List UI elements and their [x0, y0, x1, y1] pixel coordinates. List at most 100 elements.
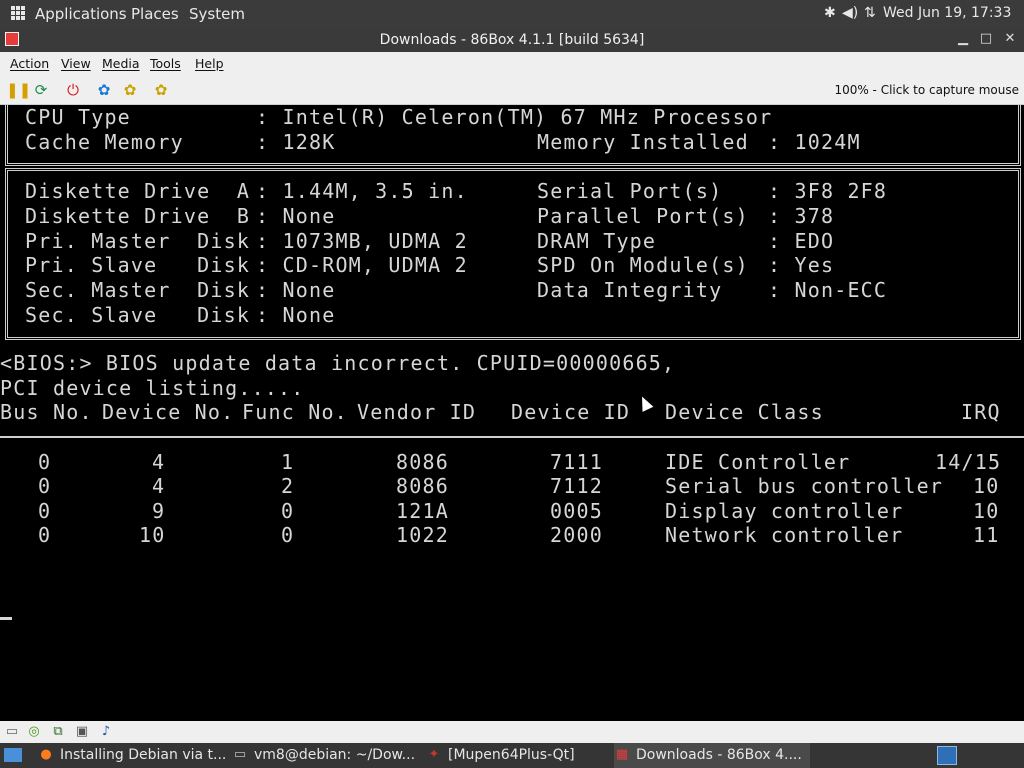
- 86box-icon: ▦: [615, 747, 629, 762]
- pci-irq: 10: [973, 499, 1000, 523]
- serial-ports-value: : 3F8 2F8: [768, 179, 888, 203]
- memory-installed-value: : 1024M: [768, 130, 861, 154]
- dram-type-label: DRAM Type: [537, 229, 657, 253]
- system-menu[interactable]: System: [189, 5, 245, 23]
- sec-master-value: : None: [256, 278, 336, 302]
- applications-menu[interactable]: Applications: [35, 5, 127, 23]
- pci-device-id: 0005: [550, 499, 603, 523]
- pci-bus: 0: [38, 450, 52, 474]
- taskbar-item-mupen[interactable]: ✦ [Mupen64Plus-Qt]: [426, 743, 606, 768]
- taskbar-item-86box[interactable]: ▦ Downloads - 86Box 4....: [614, 743, 810, 768]
- pause-icon[interactable]: ❚❚: [6, 81, 31, 99]
- serial-ports-label: Serial Port(s): [537, 179, 723, 203]
- parallel-ports-label: Parallel Port(s): [537, 204, 749, 228]
- col-vendor-id: Vendor ID: [357, 400, 477, 424]
- hard-reset-icon[interactable]: ✿: [152, 81, 170, 99]
- capture-mouse-hint[interactable]: 100% - Click to capture mouse: [834, 83, 1019, 97]
- pci-vendor: 8086: [396, 450, 449, 474]
- pci-irq: 11: [973, 523, 1000, 547]
- pci-class: IDE Controller: [665, 450, 851, 474]
- diskette-a-label: Diskette Drive A: [25, 179, 251, 203]
- pci-device: 9: [152, 499, 166, 523]
- pci-device-id: 7112: [550, 474, 603, 498]
- power-icon[interactable]: ⏻: [64, 81, 82, 99]
- close-icon[interactable]: ✕: [1002, 31, 1018, 47]
- pci-device-id: 7111: [550, 450, 603, 474]
- ctrl-alt-del-icon[interactable]: ✿: [121, 81, 139, 99]
- pci-func: 1: [281, 450, 295, 474]
- top-panel: Applications Places System ✱ ◀) ⇅ Wed Ju…: [0, 0, 1024, 28]
- cdrom-icon[interactable]: ◎: [26, 724, 42, 740]
- hdd-icon[interactable]: ▣: [74, 724, 90, 740]
- settings-icon[interactable]: ✿: [95, 81, 113, 99]
- col-irq: IRQ: [961, 400, 1001, 424]
- menubar: Action View Media Tools Help: [0, 52, 1024, 75]
- pri-master-value: : 1073MB, UDMA 2: [256, 229, 468, 253]
- system-tray: ✱ ◀) ⇅ Wed Jun 19, 17:33: [824, 0, 1024, 28]
- diskette-a-value: : 1.44M, 3.5 in.: [256, 179, 468, 203]
- pci-vendor: 1022: [396, 523, 449, 547]
- taskbar: ● Installing Debian via t... ▭ vm8@debia…: [0, 743, 1024, 768]
- reset-icon[interactable]: ⟳: [32, 81, 50, 99]
- pci-irq: 10: [973, 474, 1000, 498]
- pci-divider: [0, 436, 1024, 438]
- floppy-icon[interactable]: ▭: [4, 724, 20, 740]
- clock[interactable]: Wed Jun 19, 17:33: [883, 5, 1011, 21]
- show-desktop-icon[interactable]: [4, 748, 22, 762]
- maximize-icon[interactable]: □: [978, 31, 994, 47]
- minimize-icon[interactable]: ▁: [955, 31, 971, 47]
- menu-media[interactable]: Media: [102, 56, 140, 71]
- diskette-b-value: : None: [256, 204, 336, 228]
- pci-device: 10: [139, 523, 166, 547]
- taskbar-item-terminal[interactable]: ▭ vm8@debian: ~/Dow...: [232, 743, 417, 768]
- workspace-switcher-icon[interactable]: [937, 746, 957, 765]
- mupen-icon: ✦: [428, 747, 440, 762]
- network-icon[interactable]: ⇅: [864, 5, 876, 21]
- cpu-type-value: : Intel(R) Celeron(TM) 67 MHz Processor: [256, 105, 773, 129]
- bluetooth-icon[interactable]: ✱: [824, 5, 836, 21]
- taskbar-item-label: Installing Debian via t...: [60, 747, 227, 763]
- parallel-ports-value: : 378: [768, 204, 835, 228]
- data-integrity-label: Data Integrity: [537, 278, 723, 302]
- window-titlebar[interactable]: Downloads - 86Box 4.1.1 [build 5634] ▁ □…: [0, 28, 1024, 52]
- mouse-pointer-icon: [636, 394, 654, 412]
- taskbar-item-label: [Mupen64Plus-Qt]: [448, 747, 575, 763]
- window-title: Downloads - 86Box 4.1.1 [build 5634]: [379, 32, 645, 48]
- pci-class: Display controller: [665, 499, 904, 523]
- menu-help[interactable]: Help: [195, 56, 224, 71]
- toolbar: ❚❚ ⟳ ⏻ ✿ ✿ ✿ 100% - Click to capture mou…: [0, 75, 1024, 105]
- firefox-icon: ●: [40, 747, 52, 762]
- pci-vendor: 121A: [396, 499, 449, 523]
- sound-icon[interactable]: ♪: [98, 724, 114, 740]
- pci-irq: 14/15: [935, 450, 1002, 474]
- pri-slave-value: : CD-ROM, UDMA 2: [256, 253, 468, 277]
- network-adapter-icon[interactable]: ⧉: [50, 724, 66, 740]
- apps-grid-icon[interactable]: [11, 6, 25, 20]
- pci-device-id: 2000: [550, 523, 603, 547]
- taskbar-item-firefox[interactable]: ● Installing Debian via t...: [38, 743, 227, 768]
- menu-view[interactable]: View: [61, 56, 91, 71]
- col-func-no: Func No.: [242, 400, 348, 424]
- spd-value: : Yes: [768, 253, 835, 277]
- diskette-b-label: Diskette Drive B: [25, 204, 251, 228]
- pci-class: Network controller: [665, 523, 904, 547]
- pci-bus: 0: [38, 499, 52, 523]
- col-device-no: Device No.: [102, 400, 235, 424]
- taskbar-item-label: vm8@debian: ~/Dow...: [254, 747, 416, 763]
- emulator-screen[interactable]: CPU Type : Intel(R) Celeron(TM) 67 MHz P…: [0, 105, 1024, 721]
- menu-action[interactable]: Action: [10, 56, 49, 71]
- cache-memory-value: : 128K: [256, 130, 336, 154]
- pci-func: 2: [281, 474, 295, 498]
- volume-icon[interactable]: ◀): [842, 5, 858, 21]
- places-menu[interactable]: Places: [131, 5, 179, 23]
- dram-type-value: : EDO: [768, 229, 835, 253]
- spd-label: SPD On Module(s): [537, 253, 749, 277]
- menu-tools[interactable]: Tools: [150, 56, 181, 71]
- sec-slave-value: : None: [256, 303, 336, 327]
- bios-message: <BIOS:> BIOS update data incorrect. CPUI…: [0, 351, 676, 375]
- sec-master-label: Sec. Master Disk: [25, 278, 251, 302]
- pci-vendor: 8086: [396, 474, 449, 498]
- col-device-id: Device ID: [511, 400, 631, 424]
- pci-class: Serial bus controller: [665, 474, 944, 498]
- pci-bus: 0: [38, 474, 52, 498]
